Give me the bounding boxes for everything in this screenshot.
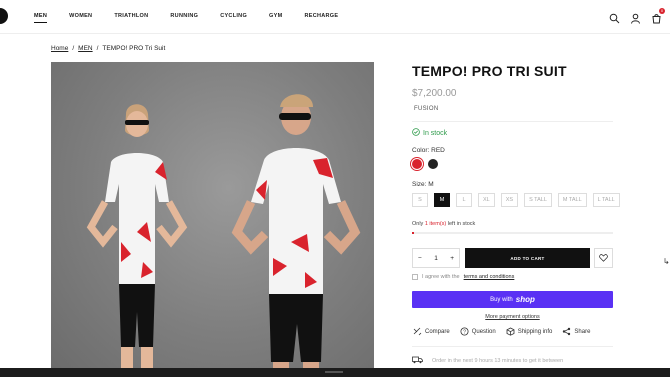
size-option-l[interactable]: L (456, 193, 472, 207)
size-option-s[interactable]: S (412, 193, 428, 207)
stock-text: In stock (423, 129, 448, 137)
site-header: MEN WOMEN TRIATHLON RUNNING CYCLING GYM … (0, 0, 670, 34)
size-label-text: Size: (412, 181, 427, 188)
divider (412, 346, 613, 347)
nav-item-triathlon[interactable]: TRIATHLON (114, 13, 148, 19)
size-options: S M L XL XS S TALL M TALL L TALL (412, 193, 620, 207)
product-photo-illustration (86, 94, 361, 377)
delivery-text: Order in the next 9 hours 13 minutes to … (432, 358, 564, 364)
cart-icon[interactable]: 0 (651, 8, 665, 24)
share-action[interactable]: Share (562, 327, 590, 336)
terms-link[interactable]: terms and conditions (464, 274, 515, 280)
size-option-m[interactable]: M (434, 193, 450, 207)
truck-icon (412, 356, 423, 366)
nav-item-running[interactable]: RUNNING (170, 13, 198, 19)
header-icons: 0 (609, 8, 665, 24)
more-payment-options-link[interactable]: More payment options (412, 314, 613, 320)
product-title: TEMPO! PRO TRI SUIT (412, 63, 567, 79)
shipping-info-action[interactable]: Shipping info (506, 327, 553, 336)
color-swatches (412, 159, 438, 169)
stock-status: In stock (412, 128, 447, 138)
breadcrumb-men[interactable]: MEN (78, 45, 92, 52)
product-image[interactable] (51, 62, 374, 377)
terms-agreement: I agree with the terms and conditions (412, 274, 514, 280)
agree-text: I agree with the (422, 274, 460, 280)
size-value: M (428, 181, 434, 188)
size-option-xs[interactable]: XS (500, 193, 519, 207)
compare-action[interactable]: Compare (413, 327, 450, 336)
svg-text:?: ? (463, 329, 466, 335)
color-swatch-red[interactable] (412, 159, 422, 169)
quantity-stepper[interactable]: − 1 + (412, 248, 460, 268)
buy-with-shop-button[interactable]: Buy with shop (412, 291, 613, 308)
breadcrumb-separator: / (72, 45, 75, 52)
color-swatch-black[interactable] (428, 159, 438, 169)
size-option-l-tall[interactable]: L TALL (592, 193, 620, 207)
share-icon (562, 327, 571, 336)
user-icon[interactable] (630, 11, 641, 24)
size-option-s-tall[interactable]: S TALL (524, 193, 552, 207)
nav-item-recharge[interactable]: RECHARGE (304, 13, 338, 19)
minus-icon[interactable]: − (418, 255, 422, 262)
mouse-cursor-icon: ↳ (663, 257, 670, 266)
shop-pay-logo: shop (515, 295, 535, 304)
low-stock-suffix: left in stock (447, 221, 476, 227)
color-label-text: Color: (412, 147, 430, 154)
compare-icon (413, 327, 422, 336)
search-icon[interactable] (609, 11, 620, 24)
product-price: $7,200.00 (412, 88, 457, 99)
breadcrumb-current: TEMPO! PRO Tri Suit (102, 45, 166, 52)
bottom-scroll-bar (0, 368, 670, 377)
plus-icon[interactable]: + (450, 255, 454, 262)
compare-label: Compare (425, 328, 450, 335)
buy-with-text: Buy with (490, 296, 513, 303)
heart-icon (599, 249, 608, 267)
cart-count-badge: 0 (659, 8, 665, 14)
breadcrumb-home[interactable]: Home (51, 45, 68, 52)
nav-item-cycling[interactable]: CYCLING (220, 13, 247, 19)
question-label: Question (471, 328, 496, 335)
share-label: Share (574, 328, 591, 335)
shipping-info-label: Shipping info (517, 328, 553, 335)
wishlist-button[interactable] (594, 248, 613, 268)
nav-item-gym[interactable]: GYM (269, 13, 282, 19)
color-label: Color: RED (412, 147, 445, 154)
breadcrumb-separator: / (96, 45, 99, 52)
question-icon: ? (460, 327, 469, 336)
main-nav: MEN WOMEN TRIATHLON RUNNING CYCLING GYM … (34, 13, 360, 23)
size-option-m-tall[interactable]: M TALL (557, 193, 587, 207)
product-actions: Compare ? Question Shipping info Share (413, 327, 590, 336)
check-circle-icon (412, 128, 420, 138)
low-stock-count: 1 item(s) (424, 221, 447, 227)
low-stock-message: Only 1 item(s) left in stock (412, 221, 475, 227)
size-option-xl[interactable]: XL (478, 193, 495, 207)
divider (412, 121, 613, 122)
stock-level-bar (412, 232, 613, 234)
breadcrumb: Home / MEN / TEMPO! PRO Tri Suit (51, 45, 165, 52)
color-value: RED (431, 147, 445, 154)
box-icon (506, 327, 515, 336)
delivery-estimate: Order in the next 9 hours 13 minutes to … (412, 356, 563, 366)
stock-level-fill (412, 232, 414, 234)
nav-item-men[interactable]: MEN (34, 13, 48, 23)
nav-item-women[interactable]: WOMEN (69, 13, 92, 19)
question-action[interactable]: ? Question (460, 327, 496, 336)
terms-checkbox[interactable] (412, 274, 418, 280)
product-vendor: FUSION (414, 106, 439, 112)
brand-logo[interactable] (0, 8, 8, 24)
low-stock-prefix: Only (412, 221, 424, 227)
add-to-cart-button[interactable]: ADD TO CART (465, 248, 590, 268)
size-label: Size: M (412, 181, 434, 188)
scroll-indicator[interactable] (325, 371, 343, 373)
quantity-value[interactable]: 1 (434, 255, 438, 262)
